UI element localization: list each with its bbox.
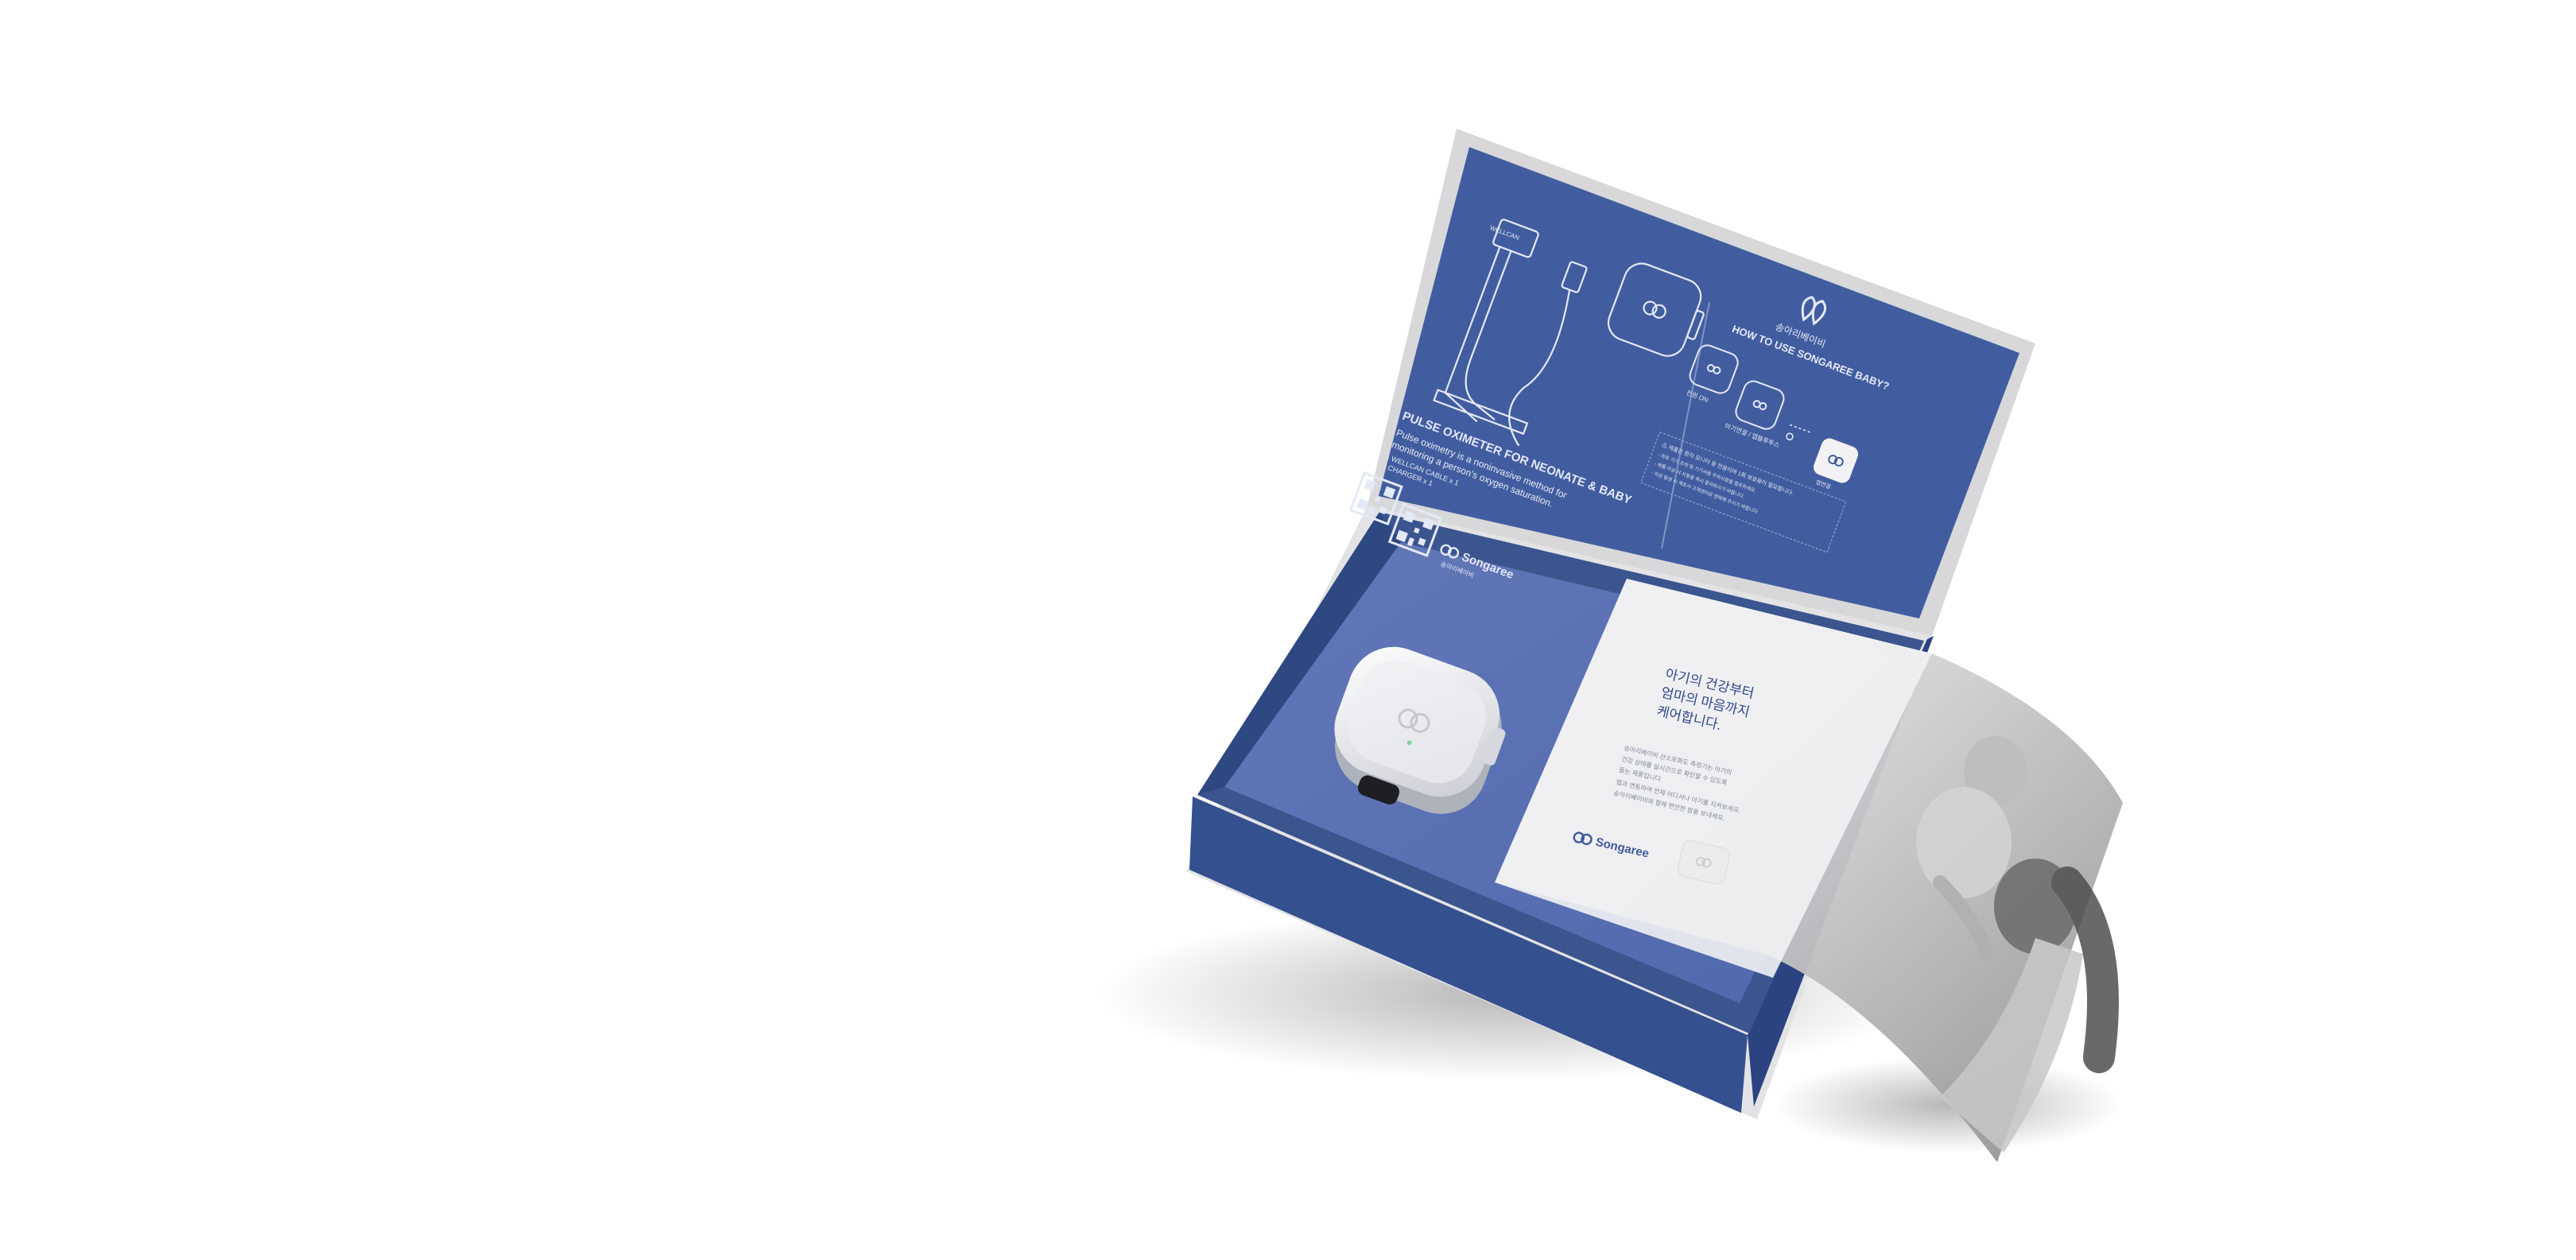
product-box-mockup: WELLCAN PULSE OXIMETER FOR NEONATE & BAB… [0, 0, 2576, 1256]
mockup-illustration: WELLCAN PULSE OXIMETER FOR NEONATE & BAB… [1097, 129, 2123, 1162]
